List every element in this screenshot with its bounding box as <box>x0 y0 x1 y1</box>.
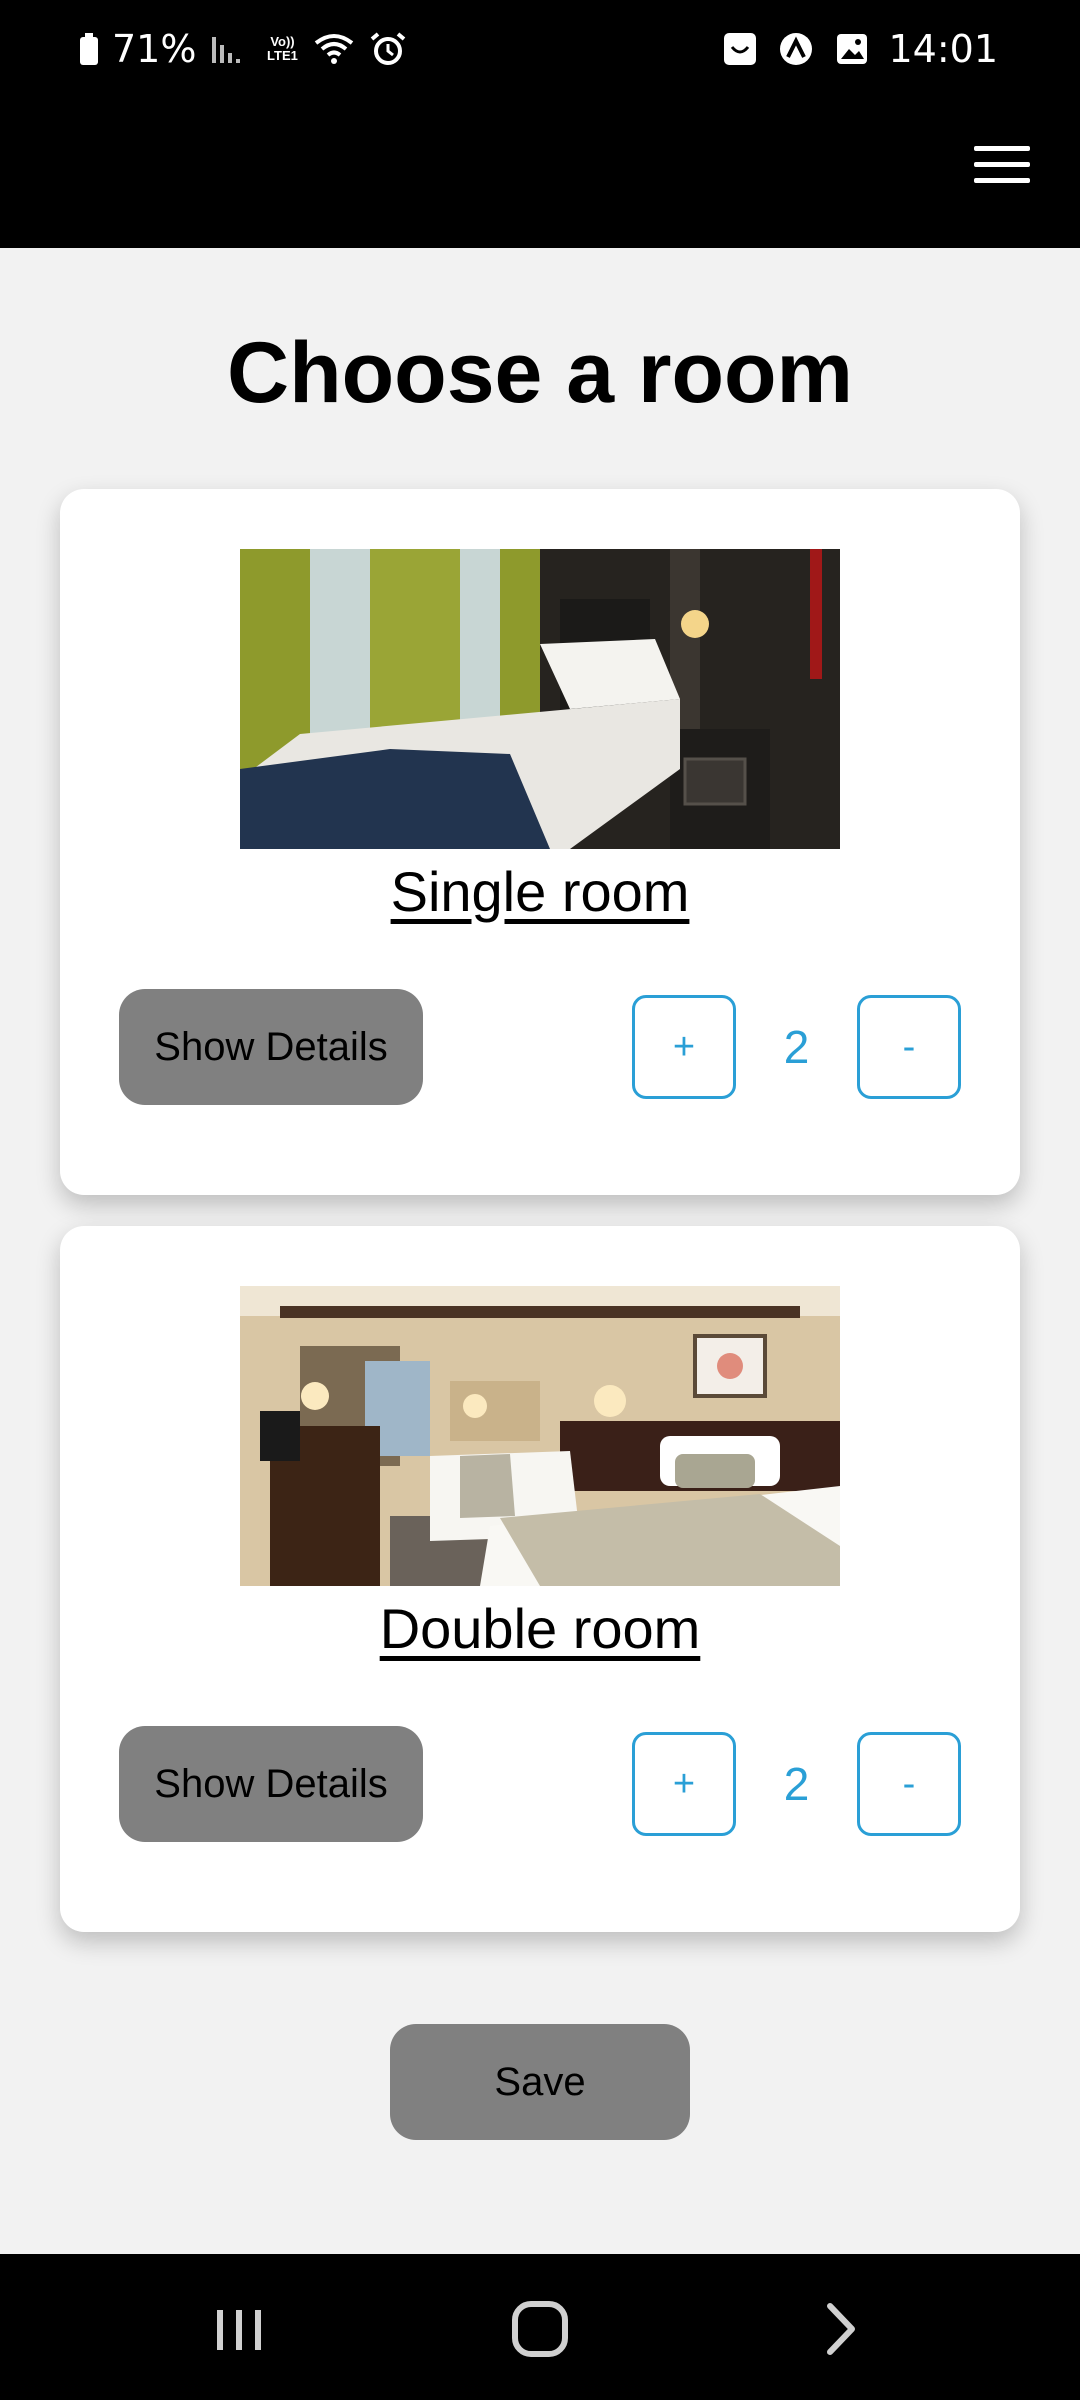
increase-quantity-button-single[interactable]: + <box>632 995 736 1099</box>
status-right: 14:01 <box>720 26 998 72</box>
double-room-photo <box>240 1286 840 1586</box>
battery-icon <box>80 33 98 65</box>
save-button[interactable]: Save <box>390 2024 690 2140</box>
shopping-bag-icon <box>724 33 757 65</box>
page-title: Choose a room <box>227 325 853 421</box>
show-details-button-double[interactable]: Show Details <box>119 1726 423 1842</box>
decrease-quantity-button-single[interactable]: - <box>857 995 961 1099</box>
quantity-value-single: 2 <box>783 1021 810 1073</box>
status-bar: 71% Vo)) LTE1 14:01 <box>0 0 1080 100</box>
room-name-double[interactable]: Double room <box>60 1592 1020 1666</box>
alarm-icon <box>371 32 406 65</box>
screen: 71% Vo)) LTE1 14:01 Choose a room Single… <box>0 0 1080 2400</box>
single-room-photo <box>240 549 840 849</box>
increase-quantity-button-double[interactable]: + <box>632 1732 736 1836</box>
signal-icon <box>212 37 241 63</box>
clock: 14:01 <box>888 27 998 71</box>
decrease-quantity-button-double[interactable]: - <box>857 1732 961 1836</box>
app-icon <box>780 33 813 65</box>
room-name-single[interactable]: Single room <box>60 855 1020 929</box>
room-card-single: Single room Show Details + 2 - <box>60 489 1020 1195</box>
hamburger-menu-icon[interactable] <box>974 144 1030 186</box>
gallery-icon <box>837 34 868 64</box>
room-card-double: Double room Show Details + 2 - <box>60 1226 1020 1932</box>
network-type-label: Vo)) LTE1 <box>267 34 298 63</box>
back-icon[interactable] <box>806 2296 876 2362</box>
recents-icon[interactable] <box>204 2296 274 2362</box>
quantity-value-double: 2 <box>783 1758 810 1810</box>
app-header <box>0 100 1080 248</box>
wifi-icon <box>315 34 354 64</box>
navigation-bar <box>0 2254 1080 2400</box>
status-left: 71% Vo)) LTE1 <box>80 26 408 72</box>
battery-percentage: 71% <box>112 27 197 71</box>
home-icon[interactable] <box>505 2296 575 2362</box>
show-details-button-single[interactable]: Show Details <box>119 989 423 1105</box>
